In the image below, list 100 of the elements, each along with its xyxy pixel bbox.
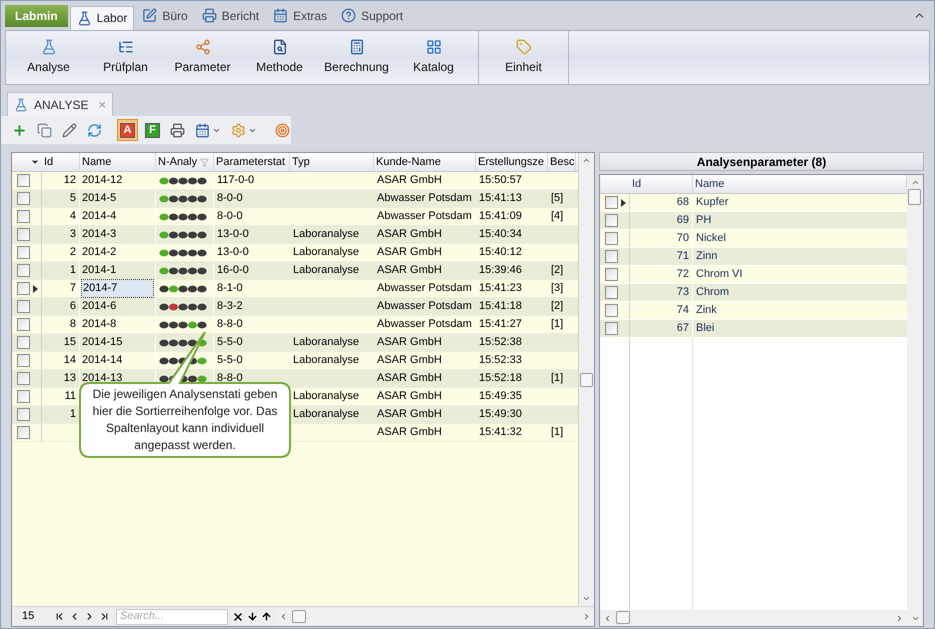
- vertical-scrollbar[interactable]: [907, 175, 923, 626]
- horizontal-scrollbar[interactable]: [600, 610, 907, 626]
- ribbon-button[interactable]: Berechnung: [318, 34, 395, 81]
- find-previous-icon[interactable]: [261, 611, 272, 622]
- ribbon-tab[interactable]: Labor: [70, 6, 134, 30]
- table-cell-text: 15:40:12: [479, 245, 522, 260]
- table-row[interactable]: 68 Kupfer: [600, 194, 907, 212]
- scroll-down-icon[interactable]: [582, 594, 591, 603]
- table-row[interactable]: 6 2014-6 8-3-2 Abwasser Potsdam 15:41:18 [2]: [12, 298, 578, 316]
- scroll-thumb[interactable]: [616, 611, 630, 624]
- row-checkbox[interactable]: [17, 408, 30, 421]
- table-cell-text: 69: [676, 213, 689, 228]
- row-checkbox[interactable]: [17, 336, 30, 349]
- table-cell-text: 1: [70, 263, 76, 278]
- table-cell-text: 15:41:23: [479, 281, 522, 296]
- ribbon-button[interactable]: Parameter: [164, 34, 241, 81]
- table-cell-text: Kupfer: [696, 195, 728, 210]
- row-checkbox[interactable]: [17, 390, 30, 403]
- document-tab[interactable]: ANALYSE ×: [7, 92, 114, 116]
- row-checkbox[interactable]: [17, 174, 30, 187]
- column-header[interactable]: Id: [42, 153, 80, 171]
- scroll-thumb[interactable]: [292, 610, 306, 622]
- toolbar-button[interactable]: A: [117, 119, 138, 141]
- table-row[interactable]: 5 2014-5 8-0-0 Abwasser Potsdam 15:41:13 [5]: [12, 190, 578, 208]
- table-cell-text: Zink: [696, 303, 717, 318]
- row-checkbox[interactable]: [17, 192, 30, 205]
- scroll-thumb[interactable]: [908, 189, 921, 205]
- table-cell-text: 15:49:30: [479, 407, 522, 422]
- table-row[interactable]: 2 2014-2 13-0-0 Laboranalyse ASAR GmbH 15:40:12: [12, 244, 578, 262]
- ribbon-tab[interactable]: Support: [335, 4, 410, 28]
- row-checkbox[interactable]: [17, 318, 30, 331]
- table-row[interactable]: 69 PH: [600, 212, 907, 230]
- scroll-up-icon[interactable]: [582, 156, 591, 165]
- row-checkbox[interactable]: [17, 246, 30, 259]
- table-row[interactable]: 70 Nickel: [600, 230, 907, 248]
- row-checkbox[interactable]: [605, 304, 618, 317]
- ribbon-tab[interactable]: Bericht: [196, 4, 266, 28]
- column-header[interactable]: Id: [630, 175, 693, 193]
- row-checkbox[interactable]: [17, 300, 30, 313]
- table-cell-text: 15:41:32: [479, 425, 522, 440]
- table-cell-text: [1]: [551, 425, 564, 440]
- clear-search-icon[interactable]: [232, 610, 244, 622]
- row-checkbox[interactable]: [17, 210, 30, 223]
- table-cell-text: 15:52:18: [479, 371, 522, 386]
- scroll-up-icon[interactable]: [910, 178, 920, 187]
- refresh-icon: [87, 122, 102, 138]
- table-row[interactable]: 67 Blei: [600, 320, 907, 338]
- table-row[interactable]: 71 Zinn: [600, 248, 907, 266]
- row-checkbox[interactable]: [605, 286, 618, 299]
- row-checkbox[interactable]: [17, 282, 30, 295]
- row-checkbox[interactable]: [17, 372, 30, 385]
- scroll-left-icon[interactable]: [603, 614, 612, 622]
- column-header[interactable]: N-Analy: [156, 153, 214, 171]
- table-row[interactable]: 14 2014-14 5-5-0 Laboranalyse ASAR GmbH 15:52:33: [12, 352, 578, 370]
- table-row[interactable]: 15 2014-15 5-5-0 Laboranalyse ASAR GmbH 15:52:38: [12, 334, 578, 352]
- column-header[interactable]: Name: [80, 153, 156, 171]
- scroll-thumb[interactable]: [580, 373, 593, 387]
- ribbon-tab[interactable]: Extras: [267, 4, 334, 28]
- column-header[interactable]: Erstellungsze: [476, 153, 548, 171]
- table-cell-text: 5-5-0: [217, 353, 243, 368]
- table-row[interactable]: 7 2014-7 8-1-0 Abwasser Potsdam 15:41:23 [3]: [12, 280, 578, 298]
- scroll-down-icon[interactable]: [910, 614, 920, 623]
- search-field[interactable]: Search...: [116, 608, 228, 624]
- tag-icon: [516, 39, 532, 55]
- row-checkbox[interactable]: [17, 228, 30, 241]
- ribbon-button[interactable]: Katalog: [395, 34, 472, 81]
- row-checkbox[interactable]: [605, 268, 618, 281]
- row-checkbox[interactable]: [605, 322, 618, 335]
- table-row[interactable]: 72 Chrom VI: [600, 266, 907, 284]
- row-checkbox[interactable]: [605, 232, 618, 245]
- scroll-right-icon[interactable]: [895, 614, 904, 622]
- table-row[interactable]: 4 2014-4 8-0-0 Abwasser Potsdam 15:41:09 [4]: [12, 208, 578, 226]
- table-row[interactable]: 12 2014-12 117-0-0 ASAR GmbH 15:50:57: [12, 172, 578, 190]
- filter-icon[interactable]: [200, 158, 210, 166]
- row-checkbox[interactable]: [17, 426, 30, 439]
- scroll-right-icon[interactable]: [582, 612, 591, 621]
- row-checkbox[interactable]: [605, 196, 618, 209]
- ribbon-button[interactable]: Einheit: [485, 34, 562, 81]
- vertical-scrollbar[interactable]: [578, 153, 594, 606]
- first-record-icon[interactable]: [54, 611, 65, 622]
- find-next-icon[interactable]: [247, 611, 258, 622]
- table-row[interactable]: 73 Chrom: [600, 284, 907, 302]
- table-cell-text: Laboranalyse: [293, 245, 360, 260]
- row-checkbox[interactable]: [17, 264, 30, 277]
- column-header[interactable]: Parameterstat: [214, 153, 290, 171]
- ribbon-button[interactable]: Prüfplan: [87, 34, 164, 81]
- column-header[interactable]: Kunde-Name: [374, 153, 476, 171]
- table-row[interactable]: 3 2014-3 13-0-0 Laboranalyse ASAR GmbH 15:40:34: [12, 226, 578, 244]
- last-record-icon[interactable]: [99, 611, 110, 622]
- row-checkbox[interactable]: [605, 250, 618, 263]
- row-checkbox[interactable]: [17, 354, 30, 367]
- table-row[interactable]: 74 Zink: [600, 302, 907, 320]
- ribbon-tab[interactable]: Büro: [136, 4, 194, 28]
- ribbon-button[interactable]: Methode: [241, 34, 318, 81]
- row-checkbox[interactable]: [605, 214, 618, 227]
- ribbon-button[interactable]: Analyse: [10, 34, 87, 81]
- table-row[interactable]: 1 2014-1 16-0-0 Laboranalyse ASAR GmbH 15:39:46 [2]: [12, 262, 578, 280]
- column-header[interactable]: Typ: [290, 153, 374, 171]
- scroll-left-icon[interactable]: [279, 612, 288, 621]
- table-row[interactable]: 8 2014-8 8-8-0 Abwasser Potsdam 15:41:27 [1]: [12, 316, 578, 334]
